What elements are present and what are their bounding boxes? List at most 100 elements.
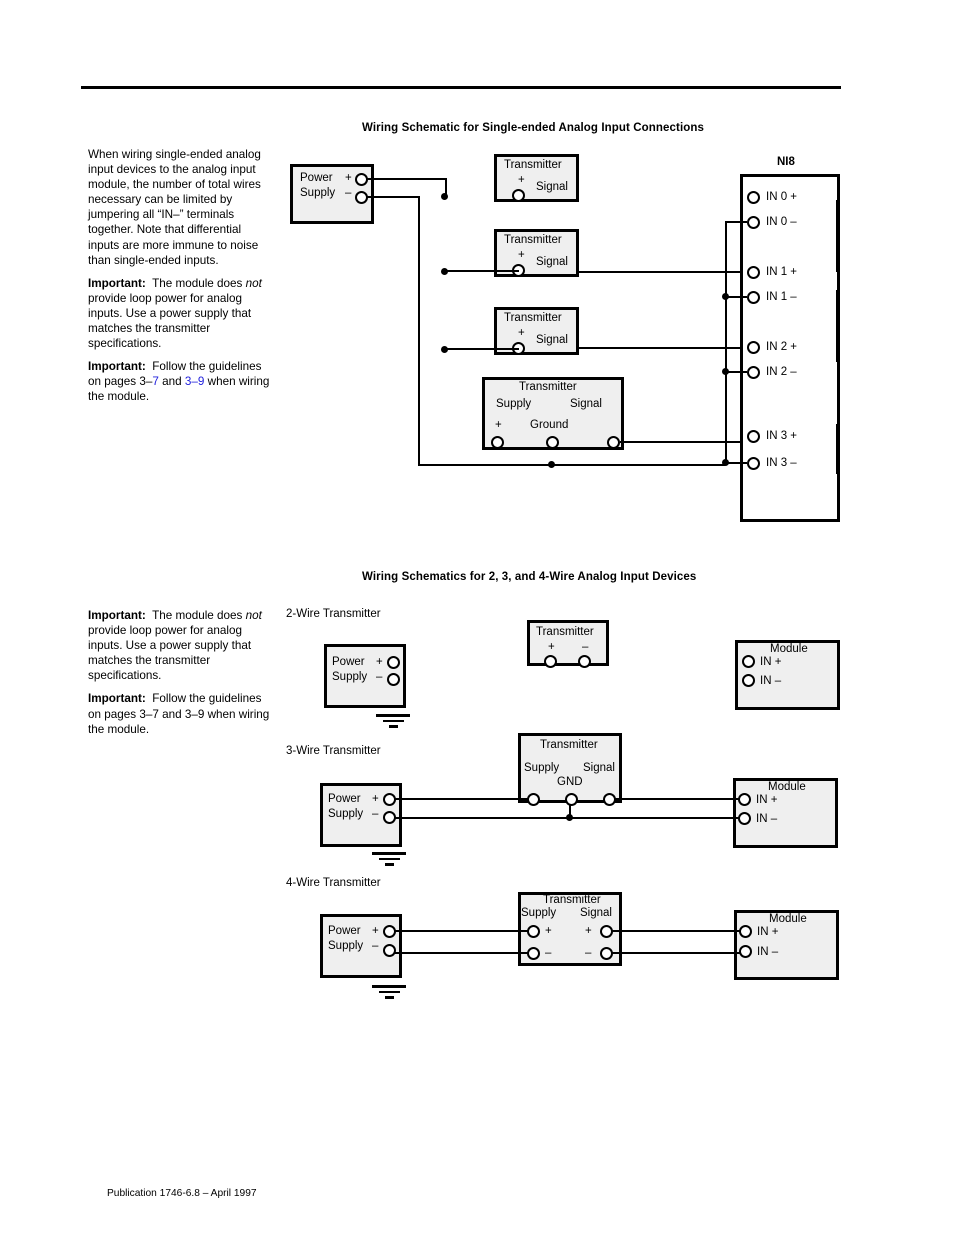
s2-4wire-wire-ps-minus-to-tx — [395, 952, 528, 954]
s2-4wire-ground-lead — [0, 354, 3, 384]
s1-module-terminal-in2p[interactable] — [747, 341, 760, 354]
s2-3wire-module-label-minus: IN – — [756, 813, 778, 825]
section2-text-column: Important: The module does not provide l… — [88, 608, 270, 745]
s1-transmitter-1-title: Transmitter — [504, 159, 562, 171]
s2-4wire-tx-supply-plus-label: + — [545, 925, 552, 937]
s1-tx4-terminal-supply-plus[interactable] — [491, 436, 504, 449]
s2-4wire-ps-minus: – — [372, 940, 379, 952]
important-label: Important: — [88, 609, 146, 622]
s1-tx4-terminal-signal[interactable] — [607, 436, 620, 449]
s2-4wire-module-terminal-plus[interactable] — [739, 925, 752, 938]
s2-2wire-module-name: Module — [770, 643, 808, 655]
section2-important-1: Important: The module does not provide l… — [88, 608, 270, 683]
s2-3wire-module-terminal-minus[interactable] — [738, 812, 751, 825]
s2-4wire-module-terminal-minus[interactable] — [739, 945, 752, 958]
s1-wire-bus-to-tx2 — [444, 270, 519, 272]
s2-3wire-tx-title: Transmitter — [540, 739, 598, 751]
s1-module-terminal-in0p[interactable] — [747, 191, 760, 204]
important-text-b: provide loop power for analog inputs. Us… — [88, 624, 252, 683]
s2-3wire-tx-gnd: GND — [557, 776, 583, 788]
s2-2wire-ps-minus: – — [376, 671, 383, 683]
important-text-italic: not — [245, 276, 262, 290]
s2-4wire-tx-signal-plus-label: + — [585, 925, 592, 937]
s1-transmitter-3-signal: Signal — [536, 334, 568, 346]
s1-plus-bus-vertical — [0, 0, 3, 258]
diagram-caption-2wire: 2-Wire Transmitter — [286, 608, 381, 620]
s1-module-terminal-in0m[interactable] — [747, 216, 760, 229]
s1-wire-ps-minus-return — [418, 464, 725, 466]
s2-3wire-ground-icon — [372, 852, 406, 866]
s2-2wire-ground-icon — [376, 714, 410, 728]
s2-2wire-module-terminal-plus[interactable] — [742, 655, 755, 668]
s2-3wire-junction-dot — [566, 814, 573, 821]
s2-2wire-tx-terminal-minus[interactable] — [578, 655, 591, 668]
s1-wire-ps-minus-down — [418, 196, 420, 466]
page-ref-link-2[interactable]: 3–9 — [185, 375, 205, 388]
s1-tx4-terminal-ground[interactable] — [546, 436, 559, 449]
important-text-b: provide loop power for analog inputs. Us… — [88, 291, 252, 351]
s1-transmitter-4-supply: Supply — [496, 398, 532, 410]
important-text-a: The module does — [152, 276, 246, 290]
s2-4wire-module-name: Module — [769, 913, 807, 925]
s2-3wire-module-terminal-plus[interactable] — [738, 793, 751, 806]
section1-intro-paragraph: When wiring single-ended analog input de… — [88, 148, 261, 267]
s2-2wire-module-label-minus: IN – — [760, 675, 782, 687]
s1-transmitter-2-title: Transmitter — [504, 234, 562, 246]
s1-module-terminal-label: IN 3 + — [766, 430, 798, 442]
s2-3wire-tx-terminal-supply[interactable] — [527, 793, 540, 806]
s2-4wire-tx-signal-minus-label: – — [585, 947, 592, 959]
diagram-caption-3wire: 3-Wire Transmitter — [286, 745, 381, 757]
s2-4wire-wire-tx-signal-minus-to-module — [612, 952, 740, 954]
s1-wire-ps-minus-h — [367, 196, 420, 198]
section1-important-1: Important: The module does not provide l… — [88, 276, 270, 351]
s2-2wire-tx-plus: + — [548, 641, 555, 653]
s2-4wire-wire-ps-plus-to-tx — [395, 930, 528, 932]
s1-module-terminal-label: IN 0 + — [766, 191, 798, 203]
s2-2wire-ps-terminal-plus[interactable] — [387, 656, 400, 669]
s2-4wire-ps-line1: Power — [328, 925, 361, 937]
important-text-a: The module does — [152, 609, 246, 622]
s1-module-terminal-label: IN 1 + — [766, 266, 798, 278]
s2-4wire-ps-line2: Supply — [328, 940, 364, 952]
section1-title: Wiring Schematic for Single-ended Analog… — [362, 122, 704, 134]
s2-4wire-tx-title: Transmitter — [543, 894, 601, 906]
important-label: Important: — [88, 360, 146, 374]
s1-module-terminal-in3m[interactable] — [747, 457, 760, 470]
s1-module-terminal-in1m[interactable] — [747, 291, 760, 304]
header-rule — [81, 86, 841, 89]
s2-3wire-tx-terminal-gnd[interactable] — [565, 793, 578, 806]
s2-4wire-tx-terminal-supply-plus[interactable] — [527, 925, 540, 938]
s2-2wire-tx-title: Transmitter — [536, 626, 594, 638]
s1-transmitter-4-signal: Signal — [570, 398, 602, 410]
s2-2wire-ps-terminal-minus[interactable] — [387, 673, 400, 686]
document-page: Wiring Schematic for Single-ended Analog… — [0, 0, 954, 1235]
important-label: Important: — [88, 276, 146, 290]
s2-4wire-module-label-plus: IN + — [757, 926, 779, 938]
s1-module-name: NI8 — [777, 156, 795, 168]
s2-3wire-wire-ps-to-tx — [395, 798, 528, 800]
s2-2wire-tx-terminal-plus[interactable] — [544, 655, 557, 668]
section2-important-2: Important: Follow the guidelines on page… — [88, 691, 270, 736]
s2-4wire-ps-plus: + — [372, 925, 379, 937]
s1-module-terminal-in3p[interactable] — [747, 430, 760, 443]
s1-module-terminal-label: IN 1 – — [766, 291, 797, 303]
s1-wire-tx2-to-in1plus — [576, 271, 744, 273]
s1-transmitter-4-plus: + — [495, 419, 502, 431]
s1-jumper-to-in0m — [725, 221, 747, 223]
s1-transmitter-1-plus: + — [518, 174, 525, 186]
s2-4wire-tx-terminal-supply-minus[interactable] — [527, 947, 540, 960]
s1-junction-dot — [722, 459, 729, 466]
s1-wire-bus-to-tx3 — [444, 348, 519, 350]
s1-module-terminal-in2m[interactable] — [747, 366, 760, 379]
s1-jumper-bus-vertical — [725, 221, 727, 463]
s1-power-supply-plus: + — [345, 172, 352, 184]
s2-4wire-wire-tx-signal-plus-to-module — [612, 930, 740, 932]
s1-power-supply-label-line2: Supply — [300, 187, 336, 199]
s1-transmitter-1-terminal[interactable] — [512, 189, 525, 202]
s2-4wire-ps-terminal-minus[interactable] — [383, 944, 396, 957]
s2-2wire-ps-line1: Power — [332, 656, 365, 668]
s2-2wire-module-terminal-minus[interactable] — [742, 674, 755, 687]
s1-module-terminal-in1p[interactable] — [747, 266, 760, 279]
section2-title: Wiring Schematics for 2, 3, and 4-Wire A… — [362, 571, 697, 583]
s1-junction-dot — [441, 193, 448, 200]
